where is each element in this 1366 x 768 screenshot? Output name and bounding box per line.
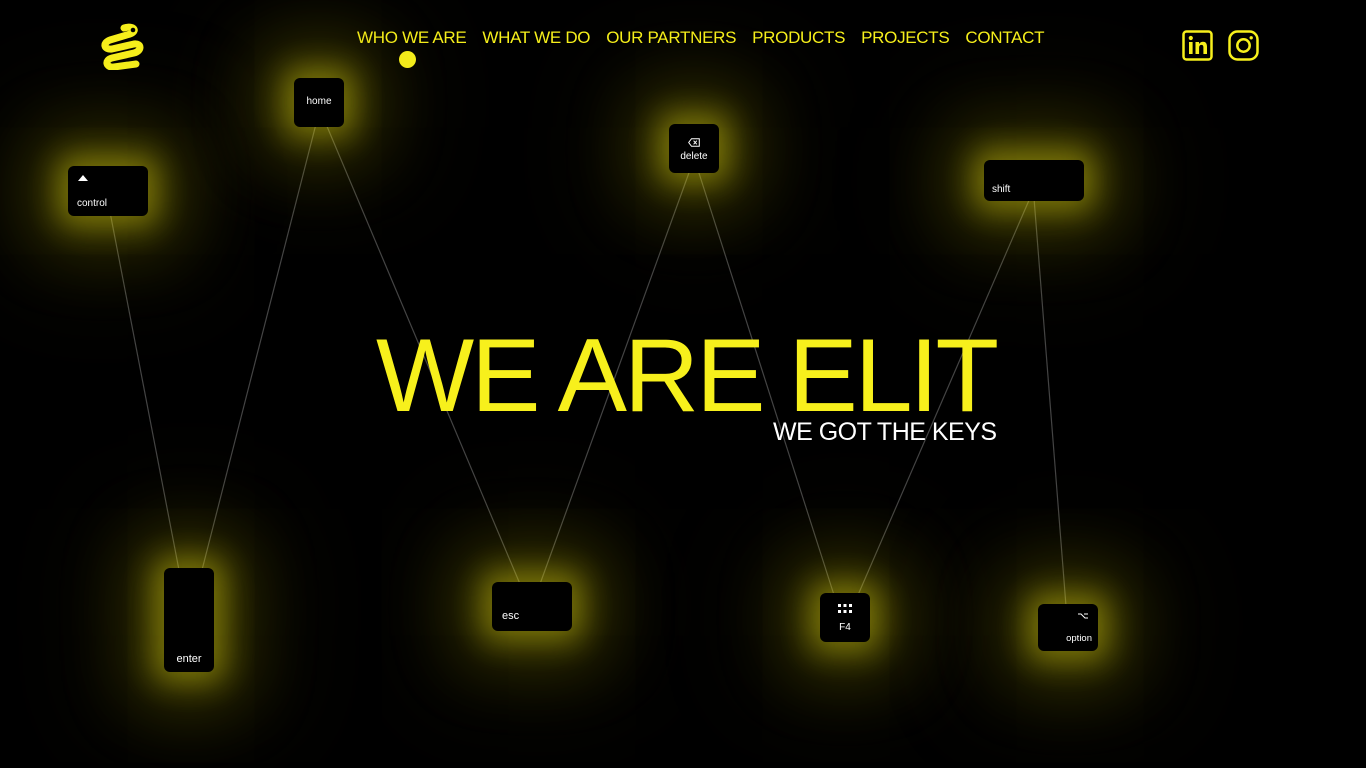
linkedin-link[interactable] [1182, 30, 1213, 61]
key-label: option [1066, 633, 1092, 644]
key-label: shift [992, 184, 1011, 195]
key-label: home [306, 96, 332, 107]
connector-line [109, 211, 180, 571]
nav-item-who-we-are[interactable]: WHO WE ARE [357, 29, 467, 47]
option-symbol-icon [1078, 612, 1088, 621]
key-delete[interactable]: delete [669, 124, 719, 173]
delete-icon [669, 138, 719, 149]
active-nav-indicator [399, 51, 416, 68]
nav-item-contact[interactable]: CONTACT [965, 29, 1044, 47]
connector-line [201, 123, 317, 571]
key-control[interactable]: control [68, 166, 148, 216]
hero-title: WE ARE ELIT [376, 318, 999, 434]
key-label: control [77, 198, 108, 209]
nav-item-our-partners[interactable]: OUR PARTNERS [606, 29, 736, 47]
key-label: enter [176, 653, 202, 665]
main-nav: WHO WE ARE WHAT WE DO OUR PARTNERS PRODU… [357, 29, 1045, 47]
caret-up-icon [78, 174, 88, 183]
key-home[interactable]: home [294, 78, 344, 127]
key-esc[interactable]: esc [492, 582, 572, 631]
key-enter[interactable]: enter [164, 568, 214, 672]
elit-squiggle-logo-icon [101, 23, 144, 71]
linkedin-icon [1182, 30, 1213, 61]
nav-item-products[interactable]: PRODUCTS [752, 29, 845, 47]
hero-subtitle: WE GOT THE KEYS [773, 418, 997, 446]
key-option[interactable]: option [1038, 604, 1098, 651]
nav-item-what-we-do[interactable]: WHAT WE DO [482, 29, 590, 47]
key-label: delete [680, 151, 708, 162]
page: WHO WE ARE WHAT WE DO OUR PARTNERS PRODU… [0, 0, 1366, 768]
connector-line [1033, 197, 1067, 607]
key-shift[interactable]: shift [984, 160, 1084, 201]
instagram-icon [1228, 30, 1259, 61]
key-label: F4 [839, 622, 851, 633]
key-f4[interactable]: F4 [820, 593, 870, 642]
instagram-link[interactable] [1228, 30, 1259, 61]
nav-item-projects[interactable]: PROJECTS [861, 29, 950, 47]
launchpad-grid-icon [820, 604, 870, 616]
logo[interactable] [100, 22, 144, 71]
key-label: esc [502, 610, 520, 622]
